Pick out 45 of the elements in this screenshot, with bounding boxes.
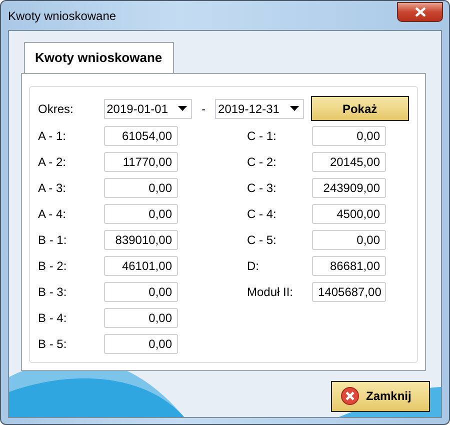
field-label: C - 3: [247, 180, 278, 196]
field-label: B - 2: [38, 258, 68, 274]
amount-field[interactable]: 46101,00 [104, 256, 178, 276]
field-label: C - 5: [247, 232, 278, 248]
date-dropdown[interactable]: 2019-01-01 [104, 98, 192, 118]
field-label: D: [247, 258, 260, 274]
field-label: B - 1: [38, 232, 68, 248]
field-label: C - 2: [247, 154, 278, 170]
amount-field[interactable]: 61054,00 [104, 126, 178, 146]
date-dropdown[interactable]: 2019-12-31 [215, 98, 304, 118]
amount-field[interactable]: 0,00 [104, 204, 178, 224]
amount-field[interactable]: 86681,00 [312, 256, 386, 276]
amount-field[interactable]: 1405687,00 [312, 282, 386, 302]
period-label: Okres: [38, 100, 74, 118]
amount-field[interactable]: 839010,00 [104, 230, 178, 250]
window-title: Kwoty wnioskowane [8, 8, 116, 24]
amount-field[interactable]: 11770,00 [104, 152, 178, 172]
amount-field[interactable]: 4500,00 [312, 204, 386, 224]
amount-field[interactable]: 0,00 [312, 230, 386, 250]
tab[interactable]: Kwoty wnioskowane [24, 42, 174, 74]
show-button[interactable]: Pokaż [310, 96, 409, 121]
field-label: Moduł II: [247, 284, 294, 300]
amount-field[interactable]: 0,00 [104, 282, 178, 302]
field-label: A - 4: [38, 206, 68, 222]
field-label: C - 1: [247, 128, 278, 144]
field-label: B - 5: [38, 336, 68, 352]
field-label: A - 1: [38, 128, 68, 144]
field-label: A - 2: [38, 154, 68, 170]
amount-field[interactable]: 0,00 [104, 308, 178, 328]
amount-field[interactable]: 0,00 [104, 334, 178, 354]
field-label: B - 3: [38, 284, 68, 300]
amount-field[interactable]: 0,00 [104, 178, 178, 198]
field-label: C - 4: [247, 206, 278, 222]
close-dialog-button[interactable]: Zamknij [331, 380, 430, 412]
field-label: A - 3: [38, 180, 68, 196]
amount-field[interactable]: 0,00 [312, 126, 386, 146]
dropdown-arrow-icon [178, 106, 188, 111]
close-button[interactable] [397, 2, 443, 22]
dropdown-arrow-icon [290, 106, 299, 111]
amount-field[interactable]: 243909,00 [312, 178, 386, 198]
amount-field[interactable]: 20145,00 [312, 152, 386, 172]
field-label: B - 4: [38, 310, 68, 326]
close-icon [414, 6, 426, 16]
separator-dash: - [200, 100, 207, 118]
cancel-icon [341, 387, 359, 405]
